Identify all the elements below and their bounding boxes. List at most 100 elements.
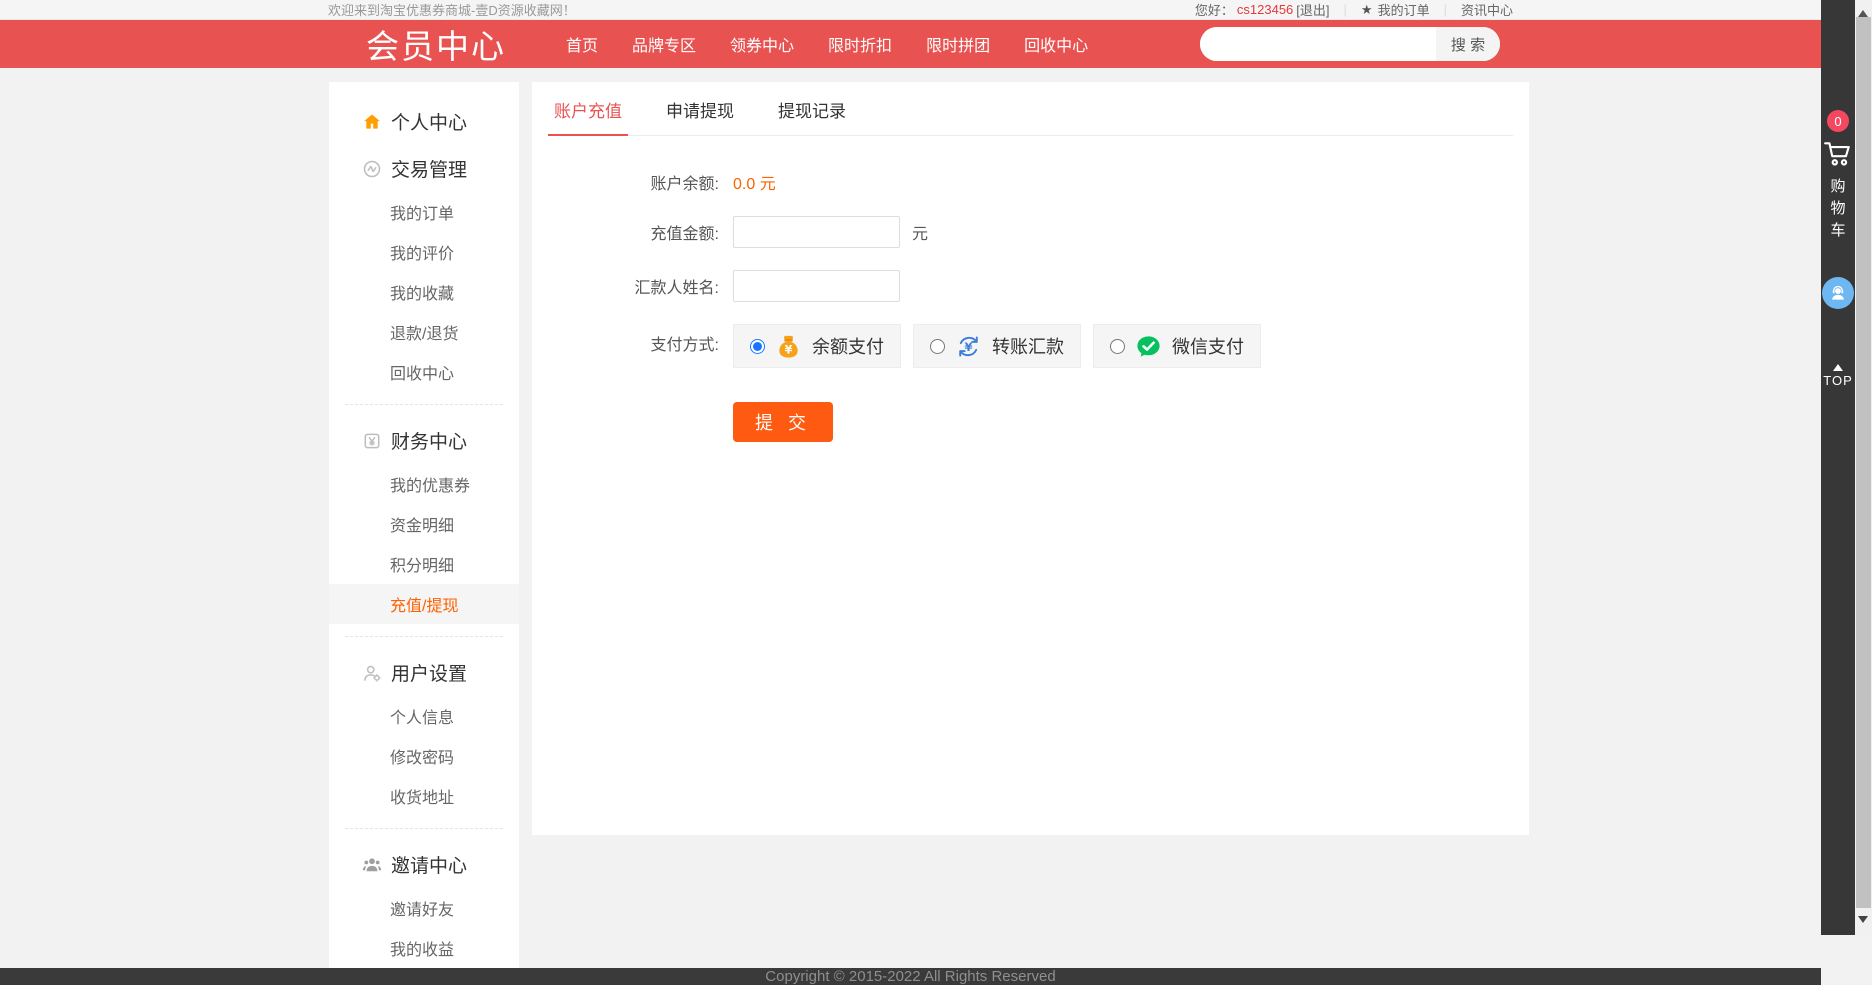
divider <box>345 828 503 829</box>
amount-unit: 元 <box>912 220 928 244</box>
search-button[interactable]: 搜 索 <box>1436 27 1500 61</box>
sidebar-group-finance: 我的优惠券资金明细积分明细充值/提现 <box>329 464 519 624</box>
sidebar-item[interactable]: 我的收藏 <box>329 272 519 312</box>
sidebar-item[interactable]: 回收中心 <box>329 352 519 392</box>
payment-option-transfer[interactable]: ¥ 转账汇款 <box>913 324 1081 368</box>
divider <box>345 636 503 637</box>
sidebar-section-finance[interactable]: 财务中心 <box>329 417 519 464</box>
payment-option-balance[interactable]: ¥ 余额支付 <box>733 324 901 368</box>
remitter-row: 汇款人姓名: <box>548 270 1513 302</box>
nav-item[interactable]: 限时折扣 <box>828 32 892 56</box>
logout-link[interactable]: [退出] <box>1296 0 1329 19</box>
star-icon: ★ <box>1361 2 1373 18</box>
svg-text:¥: ¥ <box>785 343 793 356</box>
news-link[interactable]: 资讯中心 <box>1461 0 1513 19</box>
sidebar-group-settings: 个人信息修改密码收货地址 <box>329 696 519 816</box>
cart-icon[interactable] <box>1823 140 1853 168</box>
nav-item[interactable]: 回收中心 <box>1024 32 1088 56</box>
wechat-icon <box>1135 333 1162 360</box>
sidebar-item[interactable]: 修改密码 <box>329 736 519 776</box>
sidebar-section-personal[interactable]: 个人中心 <box>329 98 519 145</box>
topbar: 欢迎来到淘宝优惠券商城-壹D资源收藏网！ 您好：cs123456 [退出] | … <box>0 0 1821 20</box>
sidebar-item[interactable]: 充值/提现 <box>329 584 519 624</box>
sidebar-item[interactable]: 我的订单 <box>329 192 519 232</box>
nav-item[interactable]: 首页 <box>566 32 598 56</box>
sidebar-item[interactable]: 邀请好友 <box>329 888 519 928</box>
remitter-label: 汇款人姓名: <box>548 274 733 298</box>
sidebar-item[interactable]: 资金明细 <box>329 504 519 544</box>
sidebar-section-trade[interactable]: 交易管理 <box>329 145 519 192</box>
amount-input[interactable] <box>733 216 900 248</box>
search-bar: 搜 索 <box>1200 27 1500 61</box>
cart-label[interactable]: 购物车 <box>1830 176 1847 241</box>
sidebar-item[interactable]: 我的收益 <box>329 928 519 968</box>
finance-icon <box>362 431 382 451</box>
sidebar-item[interactable]: 个人信息 <box>329 696 519 736</box>
sidebar-item[interactable]: 收货地址 <box>329 776 519 816</box>
tab-withdraw-history[interactable]: 提现记录 <box>772 82 852 136</box>
sidebar-section-invite[interactable]: 邀请中心 <box>329 841 519 888</box>
sidebar-section-title: 用户设置 <box>391 659 467 686</box>
trade-icon <box>362 159 382 179</box>
divider <box>345 404 503 405</box>
sidebar-item[interactable]: 我的优惠券 <box>329 464 519 504</box>
bank-transfer-radio[interactable] <box>930 339 945 354</box>
sidebar: 个人中心 交易管理 我的订单我的评价我的收藏退款/退货回收中心 财务中心 <box>329 82 519 968</box>
sidebar-group-invite: 邀请好友我的收益 <box>329 888 519 968</box>
content-area: 个人中心 交易管理 我的订单我的评价我的收藏退款/退货回收中心 财务中心 <box>0 68 1821 968</box>
page: 欢迎来到淘宝优惠券商城-壹D资源收藏网！ 您好：cs123456 [退出] | … <box>0 0 1821 935</box>
cart-count-badge: 0 <box>1827 110 1849 132</box>
invite-icon <box>362 855 382 875</box>
main-nav: 首页 品牌专区 领券中心 限时折扣 限时拼团 回收中心 <box>566 32 1088 56</box>
money-bag-icon: ¥ <box>775 333 802 360</box>
home-icon <box>362 112 382 132</box>
side-rail: 0 购物车 TOP <box>1821 0 1855 935</box>
my-orders-link[interactable]: 我的订单 <box>1378 0 1430 19</box>
balance-label: 账户余额: <box>548 170 733 194</box>
scrollbar[interactable] <box>1855 0 1872 935</box>
scroll-up-arrow-icon[interactable] <box>1858 5 1868 17</box>
site-logo: 会员中心 <box>366 20 506 68</box>
balance-pay-radio[interactable] <box>750 339 765 354</box>
nav-item[interactable]: 领券中心 <box>730 32 794 56</box>
tab-account-recharge[interactable]: 账户充值 <box>548 82 628 136</box>
balance-value: 0.0 元 <box>733 170 776 194</box>
tab-withdraw-request[interactable]: 申请提现 <box>660 82 740 136</box>
wechat-pay-radio[interactable] <box>1110 339 1125 354</box>
nav-item[interactable]: 限时拼团 <box>926 32 990 56</box>
recharge-form: 账户余额: 0.0 元 充值金额: 元 汇款人姓名: 支付方式: <box>548 136 1513 442</box>
arrow-up-icon <box>1833 359 1843 371</box>
top-label: TOP <box>1823 373 1853 388</box>
customer-service-button[interactable] <box>1822 277 1854 309</box>
greeting-prefix: 您好： <box>1195 0 1234 19</box>
payment-option-label: 余额支付 <box>812 333 884 359</box>
scrollbar-thumb[interactable] <box>1856 17 1871 908</box>
copyright-text: Copyright © 2015-2022 All Rights Reserve… <box>765 968 1055 985</box>
user-settings-icon <box>362 663 382 683</box>
balance-row: 账户余额: 0.0 元 <box>548 170 1513 194</box>
back-to-top-button[interactable]: TOP <box>1823 359 1853 388</box>
nav-item[interactable]: 品牌专区 <box>632 32 696 56</box>
payment-label: 支付方式: <box>548 324 733 368</box>
sidebar-section-settings[interactable]: 用户设置 <box>329 649 519 696</box>
sidebar-group-trade: 我的订单我的评价我的收藏退款/退货回收中心 <box>329 192 519 392</box>
amount-row: 充值金额: 元 <box>548 216 1513 248</box>
sidebar-section-title: 邀请中心 <box>391 851 467 878</box>
divider: | <box>1344 2 1347 17</box>
sidebar-item[interactable]: 退款/退货 <box>329 312 519 352</box>
search-input[interactable] <box>1200 27 1436 61</box>
payment-option-wechat[interactable]: 微信支付 <box>1093 324 1261 368</box>
svg-text:¥: ¥ <box>964 339 972 353</box>
sidebar-item[interactable]: 我的评价 <box>329 232 519 272</box>
welcome-text: 欢迎来到淘宝优惠券商城-壹D资源收藏网！ <box>328 0 576 19</box>
remitter-input[interactable] <box>733 270 900 302</box>
payment-row: 支付方式: ¥ 余额支付 ¥ 转账汇款 <box>548 324 1513 368</box>
username: cs123456 <box>1237 2 1293 17</box>
payment-option-label: 转账汇款 <box>992 333 1064 359</box>
tabs: 账户充值 申请提现 提现记录 <box>548 82 1513 136</box>
sidebar-section-title: 个人中心 <box>391 108 467 135</box>
sidebar-item[interactable]: 积分明细 <box>329 544 519 584</box>
scroll-down-arrow-icon[interactable] <box>1858 916 1868 928</box>
submit-button[interactable]: 提 交 <box>733 402 833 442</box>
footer: Copyright © 2015-2022 All Rights Reserve… <box>0 968 1821 985</box>
